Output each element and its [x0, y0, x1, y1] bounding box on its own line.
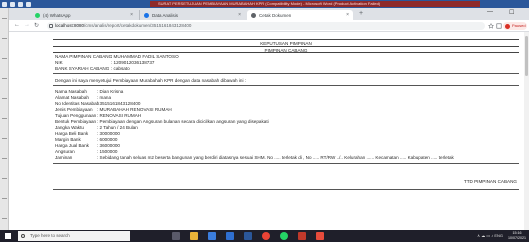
system-tray[interactable]: ∧ ☁ ▭ ♪ ENG	[477, 233, 503, 238]
reload-icon[interactable]: ↻	[34, 22, 39, 29]
quick-access-toolbar[interactable]	[2, 1, 31, 7]
tab-label: (4) WhatsApp	[43, 12, 71, 18]
app-icon[interactable]	[298, 232, 306, 240]
maximize-button[interactable]: ☐	[509, 9, 514, 16]
scrollbar-thumb[interactable]	[525, 36, 528, 76]
undo-icon[interactable]	[18, 1, 23, 7]
tab-cetak-dokumen[interactable]: Cetak Dokumen ×	[247, 10, 353, 20]
decision-header: KEPUTUSAN PIMPINAN PIMPINAN CABANG	[53, 39, 519, 53]
site-info-icon[interactable]	[49, 24, 53, 28]
new-tab-button[interactable]: +	[359, 10, 363, 17]
page-favicon-icon	[144, 12, 149, 18]
word-title-bar: SURAT PERSETUJUAN PEMBIAYAAN MURABAHAH K…	[0, 0, 529, 8]
tab-label: Data Analisis	[152, 12, 179, 18]
tab-data-analisis[interactable]: Data Analisis ×	[139, 10, 245, 20]
page-viewport: KEPUTUSAN PIMPINAN PIMPINAN CABANG NAMA …	[9, 32, 529, 230]
close-tab-icon[interactable]: ×	[346, 12, 349, 18]
address-bar[interactable]: localhost:8080/cms/analis/report/cetakdo…	[47, 22, 485, 30]
header-title: KEPUTUSAN PIMPINAN	[53, 39, 519, 46]
divider	[53, 189, 519, 190]
whatsapp-favicon-icon	[35, 12, 40, 18]
windows-start-icon[interactable]	[5, 233, 11, 239]
file-explorer-icon[interactable]	[190, 232, 198, 240]
vertical-scrollbar[interactable]	[524, 32, 529, 230]
close-tab-icon[interactable]: ×	[238, 12, 241, 18]
tab-label: Cetak Dokumen	[259, 12, 292, 18]
store-icon[interactable]	[208, 232, 216, 240]
forward-arrow-icon[interactable]: →	[24, 22, 30, 28]
minimize-button[interactable]: —	[487, 9, 493, 15]
tab-strip: (4) WhatsApp × Data Analisis × Cetak Dok…	[9, 8, 529, 20]
globe-favicon-icon	[251, 12, 256, 18]
clock[interactable]: 15:16 10/07/2021	[508, 231, 526, 241]
star-bookmark-icon[interactable]	[488, 23, 494, 29]
field-row: Jaminan: Sebidang tanah seluas m2 besert…	[55, 155, 454, 160]
approval-statement: Dengan ini saya menyetujui Pembiayaan Mu…	[55, 78, 247, 83]
word-document-title: SURAT PERSETUJUAN PEMBIAYAAN MURABAHAH K…	[150, 1, 480, 7]
divider	[53, 163, 519, 164]
save-icon[interactable]	[10, 1, 15, 7]
taskbar: Type here to search ∧ ☁ ▭ ♪ ENG 15:16 10…	[0, 230, 529, 242]
word-vertical-ruler	[0, 8, 9, 230]
app-icon[interactable]	[316, 232, 324, 240]
header-subtitle: PIMPINAN CABANG	[53, 46, 519, 53]
url-host: localhost:8080	[55, 23, 85, 28]
search-placeholder: Type here to search	[30, 233, 70, 238]
extensions-icon[interactable]	[496, 23, 502, 29]
profile-paused-button[interactable]: Paused	[503, 22, 527, 30]
url-path: /cms/analis/report/cetakdokumen/35151618…	[84, 23, 192, 28]
whatsapp-icon[interactable]	[280, 232, 288, 240]
task-view-icon[interactable]	[172, 232, 180, 240]
redo-icon[interactable]	[26, 1, 31, 7]
officer-branch-row: BANK SYARIAH CABANG: cabsato	[55, 66, 130, 71]
word-app-icon	[2, 1, 7, 7]
signature-label: TTD PIMPINAN CABANG	[463, 179, 517, 184]
browser-window: (4) WhatsApp × Data Analisis × Cetak Dok…	[9, 8, 529, 230]
divider	[53, 85, 519, 86]
word-icon[interactable]	[244, 232, 252, 240]
printed-document: KEPUTUSAN PIMPINAN PIMPINAN CABANG NAMA …	[23, 39, 519, 219]
taskbar-search-box[interactable]: Type here to search	[18, 231, 130, 241]
close-tab-icon[interactable]: ×	[130, 12, 133, 18]
clock-date: 10/07/2021	[508, 236, 526, 240]
back-arrow-icon[interactable]: ←	[14, 22, 20, 28]
mail-icon[interactable]	[226, 232, 234, 240]
divider	[53, 73, 519, 74]
tab-whatsapp[interactable]: (4) WhatsApp ×	[31, 10, 137, 20]
search-icon	[21, 233, 25, 238]
browser-toolbar: ← → ↻ localhost:8080/cms/analis/report/c…	[9, 20, 529, 32]
chrome-icon[interactable]	[262, 232, 270, 240]
